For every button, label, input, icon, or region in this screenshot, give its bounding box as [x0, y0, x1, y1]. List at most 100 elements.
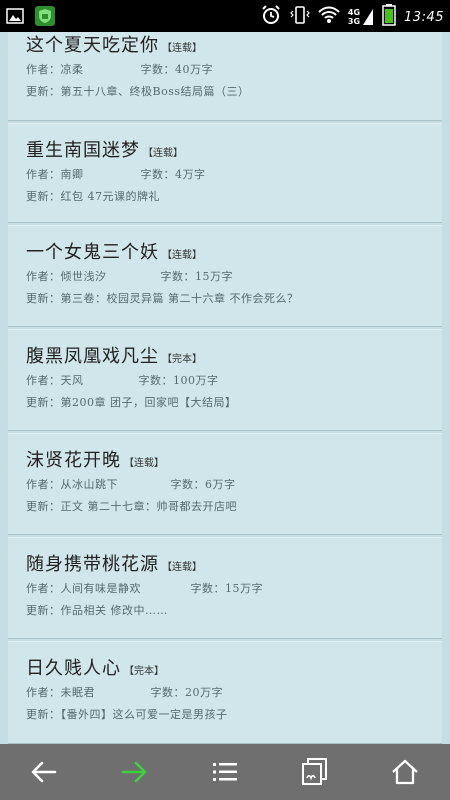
- book-status-badge: 【连载】: [162, 250, 202, 261]
- list-menu-icon: [213, 763, 237, 781]
- book-update-line: 更新：第三卷：校园灵异篇 第二十六章 不作会死么？: [26, 290, 299, 306]
- book-title: 重生南国迷梦: [26, 140, 140, 161]
- book-status-badge: 【连载】: [143, 148, 183, 159]
- book-latest-chapter: 【番外四】这么可爱一定是男孩子: [60, 708, 228, 721]
- alarm-clock-icon: [260, 4, 282, 30]
- book-author-line: 作者：人间有味是静欢 字数：15万字: [26, 580, 263, 596]
- cellular-signal-icon: 4G 3G: [348, 8, 374, 26]
- book-item[interactable]: 随身携带桃花源 【连载】 作者：人间有味是静欢 字数：15万字 更新：作品相关 修…: [8, 537, 442, 639]
- words-label: 字数：: [138, 374, 173, 387]
- book-title: 这个夏天吃定你: [26, 35, 159, 56]
- book-word-count: 100万字: [173, 374, 219, 387]
- author-label: 作者：: [26, 270, 61, 283]
- words-label: 字数：: [190, 582, 225, 595]
- status-bar: 4G 3G 13:45: [0, 0, 450, 32]
- home-icon: [392, 759, 418, 785]
- network-type-bottom: 3G: [347, 17, 361, 26]
- book-word-count: 4万字: [175, 168, 206, 181]
- words-label: 字数：: [140, 168, 175, 181]
- update-label: 更新：: [26, 85, 61, 98]
- book-item[interactable]: 一个女鬼三个妖 【连载】 作者：倾世浅汐 字数：15万字 更新：第三卷：校园灵异篇…: [8, 225, 442, 327]
- book-word-count: 20万字: [185, 686, 223, 699]
- arrow-left-icon: [31, 761, 57, 783]
- book-status-badge: 【完本】: [162, 354, 202, 365]
- author-label: 作者：: [26, 168, 61, 181]
- network-type-top: 4G: [347, 8, 361, 17]
- author-label: 作者：: [26, 63, 61, 76]
- multi-window-icon: [302, 758, 327, 785]
- bottom-nav-bar: [0, 744, 450, 800]
- book-latest-chapter: 红包 47元课的牌礼: [60, 190, 160, 203]
- book-update-line: 更新：第200章 团子，回家吧【大结局】: [26, 394, 237, 410]
- update-label: 更新：: [26, 292, 61, 305]
- book-status-badge: 【连载】: [162, 562, 202, 573]
- status-clock: 13:45: [404, 9, 444, 25]
- book-item[interactable]: 沫贤花开晚 【连载】 作者：从冰山跳下 字数：6万字 更新：正文 第二十七章：帅哥…: [8, 433, 442, 535]
- book-title: 日久贱人心: [26, 658, 121, 679]
- book-item[interactable]: 腹黑凤凰戏凡尘 【完本】 作者：天风 字数：100万字 更新：第200章 团子，回…: [8, 329, 442, 431]
- book-item[interactable]: 重生南国迷梦 【连载】 作者：南卿 字数：4万字 更新：红包 47元课的牌礼: [8, 123, 442, 223]
- battery-icon: [382, 4, 396, 30]
- forward-button[interactable]: [114, 752, 154, 792]
- book-author-line: 作者：从冰山跳下 字数：6万字: [26, 476, 236, 492]
- author-label: 作者：: [26, 478, 61, 491]
- author-label: 作者：: [26, 686, 61, 699]
- book-status-badge: 【连载】: [162, 43, 202, 54]
- author-label: 作者：: [26, 582, 61, 595]
- book-latest-chapter: 第五十八章、终极Boss结局篇（三）: [60, 85, 250, 98]
- book-latest-chapter: 第200章 团子，回家吧【大结局】: [60, 396, 237, 409]
- words-label: 字数：: [140, 63, 175, 76]
- update-label: 更新：: [26, 396, 61, 409]
- words-label: 字数：: [170, 478, 205, 491]
- menu-button[interactable]: [205, 752, 245, 792]
- back-button[interactable]: [24, 752, 64, 792]
- update-label: 更新：: [26, 604, 61, 617]
- book-update-line: 更新：第五十八章、终极Boss结局篇（三）: [26, 83, 250, 99]
- book-author: 倾世浅汐: [60, 270, 107, 283]
- book-word-count: 15万字: [195, 270, 233, 283]
- book-status-badge: 【连载】: [124, 458, 164, 469]
- book-title: 沫贤花开晚: [26, 450, 121, 471]
- book-author-line: 作者：凉柔 字数：40万字: [26, 61, 213, 77]
- book-latest-chapter: 第三卷：校园灵异篇 第二十六章 不作会死么？: [60, 292, 299, 305]
- book-update-line: 更新：作品相关 修改中……: [26, 602, 168, 618]
- book-latest-chapter: 正文 第二十七章：帅哥都去开店吧: [60, 500, 237, 513]
- book-title: 随身携带桃花源: [26, 554, 159, 575]
- update-label: 更新：: [26, 500, 61, 513]
- book-author: 未眠君: [60, 686, 95, 699]
- book-list[interactable]: 这个夏天吃定你 【连载】 作者：凉柔 字数：40万字 更新：第五十八章、终极Bos…: [8, 32, 442, 744]
- words-label: 字数：: [150, 686, 185, 699]
- book-word-count: 15万字: [225, 582, 263, 595]
- arrow-right-icon: [121, 761, 147, 783]
- book-title: 腹黑凤凰戏凡尘: [26, 346, 159, 367]
- windows-button[interactable]: [295, 752, 335, 792]
- book-item[interactable]: 日久贱人心 【完本】 作者：未眠君 字数：20万字 更新：【番外四】这么可爱一定是…: [8, 641, 442, 744]
- book-author-line: 作者：未眠君 字数：20万字: [26, 684, 223, 700]
- words-label: 字数：: [160, 270, 195, 283]
- book-update-line: 更新：红包 47元课的牌礼: [26, 188, 160, 204]
- book-author: 人间有味是静欢: [60, 582, 141, 595]
- book-author: 从冰山跳下: [60, 478, 118, 491]
- book-word-count: 40万字: [175, 63, 213, 76]
- security-shield-icon: [34, 5, 56, 31]
- book-update-line: 更新：正文 第二十七章：帅哥都去开店吧: [26, 498, 237, 514]
- wifi-icon: [318, 5, 340, 29]
- book-status-badge: 【完本】: [124, 666, 164, 677]
- home-button[interactable]: [385, 752, 425, 792]
- gallery-icon: [6, 7, 24, 29]
- book-author-line: 作者：南卿 字数：4万字: [26, 166, 206, 182]
- update-label: 更新：: [26, 190, 61, 203]
- book-word-count: 6万字: [205, 478, 236, 491]
- book-update-line: 更新：【番外四】这么可爱一定是男孩子: [26, 706, 228, 722]
- book-latest-chapter: 作品相关 修改中……: [60, 604, 168, 617]
- update-label: 更新：: [26, 708, 61, 721]
- vibrate-icon: [290, 4, 310, 30]
- book-author-line: 作者：倾世浅汐 字数：15万字: [26, 268, 233, 284]
- book-author: 天风: [60, 374, 84, 387]
- book-author-line: 作者：天风 字数：100万字: [26, 372, 219, 388]
- book-title: 一个女鬼三个妖: [26, 242, 159, 263]
- book-item[interactable]: 这个夏天吃定你 【连载】 作者：凉柔 字数：40万字 更新：第五十八章、终极Bos…: [8, 32, 442, 121]
- book-author: 南卿: [60, 168, 84, 181]
- author-label: 作者：: [26, 374, 61, 387]
- book-author: 凉柔: [60, 63, 84, 76]
